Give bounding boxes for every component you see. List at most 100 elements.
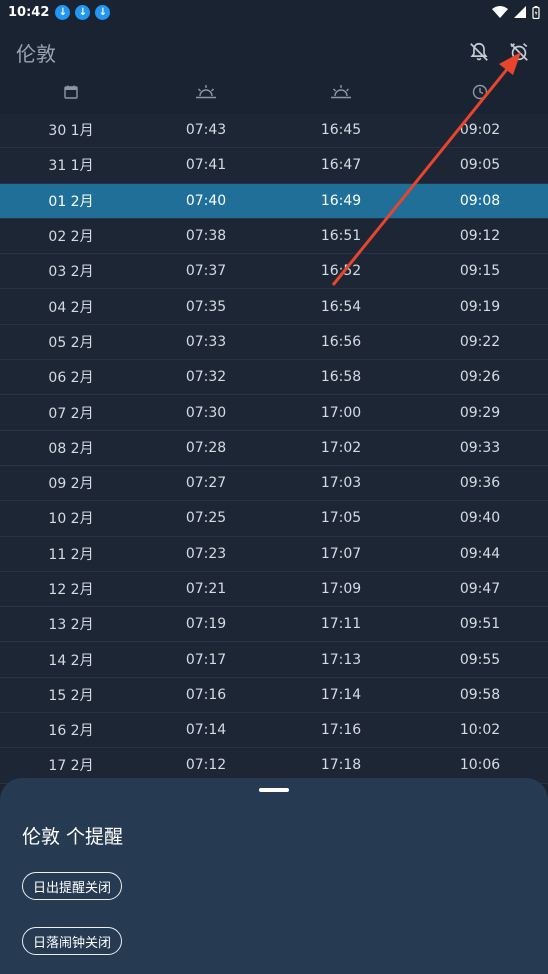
day-length-cell: 09:40: [459, 510, 501, 527]
day-length-cell: 09:51: [459, 616, 501, 633]
sunset-cell: 16:56: [320, 333, 362, 350]
table-row[interactable]: 06 2月 07:32 16:58 09:26: [0, 360, 548, 396]
sheet-drag-handle[interactable]: [259, 788, 289, 792]
date-cell: 17 2月: [48, 758, 94, 775]
day-length-cell: 09:19: [459, 298, 501, 315]
day-length-cell: 09:05: [459, 157, 501, 174]
download-icon: ↓: [95, 4, 111, 20]
table-row[interactable]: 30 1月 07:43 16:45 09:02: [0, 113, 548, 149]
sheet-title: 伦敦 个提醒: [22, 826, 124, 848]
sunset-cell: 17:09: [320, 581, 362, 597]
date-cell: 08 2月: [48, 440, 94, 457]
table-row[interactable]: 01 2月 07:40 16:49 09:08: [0, 183, 548, 219]
sunrise-cell: 07:25: [185, 510, 227, 527]
sunrise-cell: 07:23: [185, 545, 227, 562]
day-length-cell: 09:47: [459, 581, 501, 597]
date-cell: 13 2月: [48, 617, 94, 634]
day-length-cell: 09:36: [459, 475, 501, 492]
table-row[interactable]: 14 2月 07:17 17:13 09:55: [0, 642, 548, 678]
signal-icon: [514, 6, 526, 18]
date-cell: 03 2月: [48, 264, 94, 281]
date-cell: 01 2月: [48, 193, 94, 210]
table-row[interactable]: 13 2月 07:19 17:11 09:51: [0, 607, 548, 643]
table-row[interactable]: 09 2月 07:27 17:03 09:36: [0, 465, 548, 502]
date-cell: 30 1月: [48, 123, 94, 140]
table-row[interactable]: 31 1月 07:41 16:47 09:05: [0, 148, 548, 184]
date-cell: 10 2月: [48, 511, 94, 528]
day-length-cell: 09:26: [459, 369, 501, 386]
sunset-cell: 17:18: [320, 757, 362, 774]
date-cell: 31 1月: [48, 158, 94, 175]
day-length-cell: 09:08: [459, 192, 501, 209]
sunrise-cell: 07:28: [185, 439, 227, 456]
table-row[interactable]: 15 2月 07:16 17:14 09:58: [0, 677, 548, 714]
app-bar: 伦敦: [0, 24, 548, 80]
sunset-cell: 17:07: [320, 545, 362, 562]
date-cell: 06 2月: [48, 370, 94, 387]
date-cell: 07 2月: [48, 405, 94, 422]
sunset-cell: 16:54: [320, 298, 362, 315]
sunrise-cell: 07:14: [185, 722, 227, 739]
date-cell: 02 2月: [48, 229, 94, 246]
alarm-off-icon[interactable]: [506, 39, 532, 65]
sunrise-cell: 07:19: [185, 616, 227, 633]
sunrise-cell: 07:37: [185, 263, 227, 280]
table-row[interactable]: 10 2月 07:25 17:05 09:40: [0, 501, 548, 537]
sunset-cell: 17:03: [320, 475, 362, 492]
wifi-icon: [492, 6, 508, 18]
sunset-cell: 17:05: [320, 510, 362, 527]
status-time: 10:42: [8, 4, 50, 20]
sunset-cell: 16:45: [320, 122, 362, 139]
day-length-cell: 09:44: [459, 545, 501, 562]
date-cell: 11 2月: [48, 546, 94, 563]
sunset-cell: 17:16: [320, 722, 362, 739]
sunset-cell: 17:14: [320, 686, 362, 703]
date-cell: 12 2月: [48, 582, 94, 598]
day-length-cell: 09:22: [459, 333, 501, 350]
table-row[interactable]: 04 2月 07:35 16:54 09:19: [0, 289, 548, 325]
table-row[interactable]: 03 2月 07:37 16:52 09:15: [0, 254, 548, 290]
sunrise-cell: 07:43: [185, 122, 227, 139]
bell-off-icon[interactable]: [466, 39, 492, 65]
table-row[interactable]: 11 2月 07:23 17:07 09:44: [0, 536, 548, 572]
sunrise-cell: 07:30: [185, 404, 227, 421]
date-cell: 15 2月: [48, 687, 94, 704]
reminder-sheet: 伦敦 个提醒 日出提醒关闭 日落闹钟关闭: [0, 778, 548, 974]
download-icon: ↓: [75, 4, 91, 20]
sunrise-cell: 07:41: [185, 157, 227, 174]
calendar-icon: [0, 76, 142, 108]
sunset-cell: 16:51: [320, 228, 362, 245]
sunrise-reminder-button[interactable]: 日出提醒关闭: [22, 872, 123, 900]
date-cell: 14 2月: [48, 652, 94, 669]
day-length-cell: 09:29: [459, 404, 501, 421]
sunset-alarm-button[interactable]: 日落闹钟关闭: [22, 927, 123, 955]
date-cell: 09 2月: [48, 476, 94, 493]
sunset-cell: 17:13: [320, 651, 362, 668]
sunrise-cell: 07:40: [185, 192, 227, 209]
sunset-cell: 16:49: [320, 192, 362, 209]
day-length-cell: 09:58: [459, 686, 501, 703]
sunset-cell: 17:02: [320, 439, 362, 456]
date-cell: 16 2月: [48, 723, 94, 740]
clock-icon: [412, 76, 548, 108]
sunset-cell: 17:00: [320, 404, 362, 421]
day-length-cell: 09:02: [459, 122, 501, 139]
status-bar: 10:42 ↓ ↓ ↓: [0, 0, 548, 24]
sunrise-cell: 07:16: [185, 686, 227, 703]
table-row[interactable]: 07 2月 07:30 17:00 09:29: [0, 395, 548, 431]
sunset-cell: 16:58: [320, 369, 362, 386]
sunset-cell: 16:52: [320, 263, 362, 280]
table-row[interactable]: 08 2月 07:28 17:02 09:33: [0, 430, 548, 466]
page-title: 伦敦: [16, 41, 56, 66]
date-cell: 04 2月: [48, 299, 94, 316]
day-length-cell: 10:06: [459, 757, 501, 774]
date-cell: 05 2月: [48, 334, 94, 351]
sunset-icon: [270, 76, 412, 108]
table-row[interactable]: 02 2月 07:38 16:51 09:12: [0, 218, 548, 255]
table-row[interactable]: 12 2月 07:21 17:09 09:47: [0, 571, 548, 608]
sunset-cell: 16:47: [320, 157, 362, 174]
day-length-cell: 10:02: [459, 722, 501, 739]
daylight-table: 30 1月 07:43 16:45 09:02 31 1月 07:41 16:47 09:05…: [0, 113, 548, 784]
table-row[interactable]: 16 2月 07:14 17:16 10:02: [0, 713, 548, 749]
table-row[interactable]: 05 2月 07:33 16:56 09:22: [0, 324, 548, 361]
